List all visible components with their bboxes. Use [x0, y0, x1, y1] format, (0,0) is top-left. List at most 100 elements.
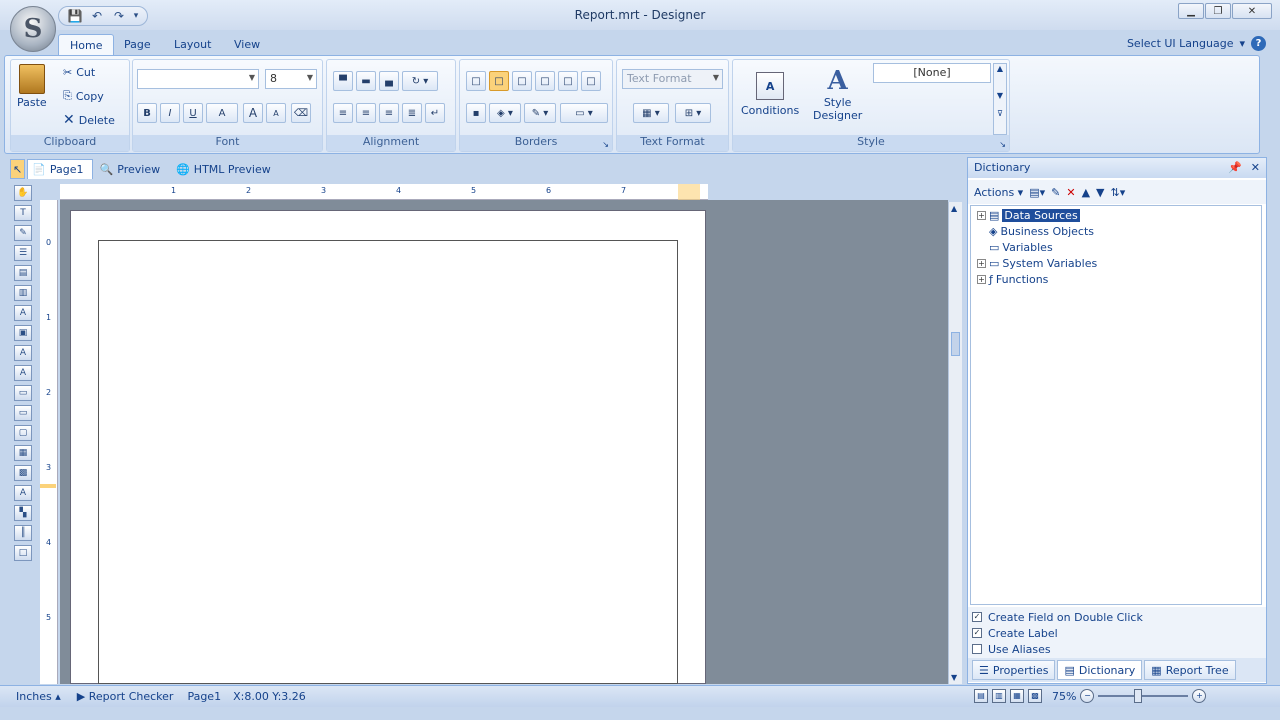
fill-color-icon[interactable]: ◈ ▾	[489, 103, 521, 123]
scroll-up-icon[interactable]: ▲	[951, 204, 957, 213]
rotate-text-icon[interactable]: ↻ ▾	[402, 71, 438, 91]
style-gallery-scroll[interactable]: ▲ ▼ ⊽	[993, 63, 1007, 135]
table-icon[interactable]: ▦	[14, 445, 32, 461]
paste-button[interactable]: Paste	[17, 64, 47, 109]
align-right-icon[interactable]: ≡	[379, 103, 399, 123]
minimize-icon[interactable]: ▁	[1178, 3, 1204, 19]
tab-view[interactable]: View	[223, 34, 271, 56]
font-name-combo[interactable]: ▼	[137, 69, 259, 89]
align-middle-icon[interactable]: ▬	[356, 71, 376, 91]
pin-icon[interactable]: 📌	[1228, 161, 1242, 174]
text-in-cells-icon[interactable]: A	[14, 485, 32, 501]
checkbox-icon[interactable]	[972, 644, 982, 654]
close-icon[interactable]: ✕	[1251, 161, 1260, 174]
dialog-launcher-icon[interactable]: ↘	[999, 140, 1006, 149]
shrink-font-button[interactable]: A	[266, 103, 286, 123]
view-multi-icon[interactable]: ▩	[1028, 689, 1042, 703]
create-field-on-double-click-option[interactable]: ✓ Create Field on Double Click	[972, 609, 1262, 625]
tree-item-business-objects[interactable]: ◈ Business Objects	[989, 224, 1094, 239]
clone-icon[interactable]: ▢	[14, 425, 32, 441]
create-label-option[interactable]: ✓ Create Label	[972, 625, 1262, 641]
zoom-slider[interactable]	[1098, 689, 1189, 703]
cut-button[interactable]: ✂ Cut	[63, 66, 95, 79]
italic-button[interactable]: I	[160, 103, 180, 123]
dialog-launcher-icon[interactable]: ↘	[602, 140, 609, 149]
report-checker-button[interactable]: ▶ Report Checker	[77, 690, 174, 703]
conditions-button[interactable]: A Conditions	[741, 72, 799, 117]
underline-button[interactable]: U	[183, 103, 203, 123]
tab-report-tree[interactable]: ▦ Report Tree	[1144, 660, 1236, 680]
tree-item-system-variables[interactable]: + ▭ System Variables	[977, 256, 1097, 271]
border-color-icon[interactable]: ✎ ▾	[524, 103, 556, 123]
align-left-icon[interactable]: ≡	[333, 103, 353, 123]
copy-button[interactable]: ⎘ Copy	[63, 89, 104, 103]
word-wrap-icon[interactable]: ↵	[425, 103, 445, 123]
style-designer-button[interactable]: A Style Designer	[813, 66, 862, 122]
view-normal-icon[interactable]: ▤	[974, 689, 988, 703]
tab-layout[interactable]: Layout	[163, 34, 222, 56]
close-icon[interactable]: ✕	[1232, 3, 1272, 19]
hand-tool-icon[interactable]: ✋	[14, 185, 32, 201]
ui-language-selector[interactable]: Select UI Language ▾ ?	[1127, 36, 1266, 51]
crosstab-icon[interactable]: ▩	[14, 465, 32, 481]
left-border-icon[interactable]: □	[535, 71, 555, 91]
image-component-icon[interactable]: ▣	[14, 325, 32, 341]
label-component-icon[interactable]: A	[14, 365, 32, 381]
panel-icon[interactable]: ▭	[14, 385, 32, 401]
tab-html-preview[interactable]: 🌐 HTML Preview	[171, 159, 280, 179]
text-component-icon[interactable]: A	[14, 305, 32, 321]
move-down-icon[interactable]: ▼	[1096, 186, 1104, 199]
delete-icon[interactable]: ✕	[1066, 186, 1075, 199]
grow-font-button[interactable]: A	[243, 103, 263, 123]
zoom-out-icon[interactable]: −	[1080, 689, 1095, 703]
zoom-slider-thumb[interactable]	[1134, 689, 1143, 703]
expand-icon[interactable]: +	[977, 259, 986, 268]
format-icon[interactable]: ▦ ▾	[633, 103, 669, 123]
no-border-icon[interactable]: □	[489, 71, 509, 91]
tree-item-data-sources[interactable]: + ▤ Data Sources	[977, 208, 1080, 223]
tree-item-variables[interactable]: ▭ Variables	[989, 240, 1053, 255]
barcode-icon[interactable]: ║	[14, 525, 32, 541]
tab-home[interactable]: Home	[58, 34, 115, 56]
subreport-icon[interactable]: ▭	[14, 405, 32, 421]
style-brush-icon[interactable]: ✎	[14, 225, 32, 241]
function-icon[interactable]: ⊞ ▾	[675, 103, 711, 123]
bold-button[interactable]: B	[137, 103, 157, 123]
checkbox-checked-icon[interactable]: ✓	[972, 612, 982, 622]
tab-page[interactable]: Page	[113, 34, 162, 56]
align-top-icon[interactable]: ▀	[333, 71, 353, 91]
view-page-icon[interactable]: ▥	[992, 689, 1006, 703]
actions-menu[interactable]: Actions ▾	[974, 186, 1023, 199]
scroll-down-icon[interactable]: ▼	[951, 673, 957, 682]
scroll-thumb[interactable]	[951, 332, 960, 356]
right-border-icon[interactable]: □	[581, 71, 601, 91]
zoom-in-icon[interactable]: +	[1192, 689, 1207, 703]
align-center-icon[interactable]: ≡	[356, 103, 376, 123]
clear-format-icon[interactable]: ⌫	[291, 103, 311, 123]
edit-icon[interactable]: ✎	[1051, 186, 1060, 199]
rich-text-icon[interactable]: A	[14, 345, 32, 361]
new-item-icon[interactable]: ▤▾	[1029, 186, 1045, 199]
all-borders-icon[interactable]: □	[466, 71, 486, 91]
select-tool-icon[interactable]: ↖	[10, 159, 26, 179]
align-bottom-icon[interactable]: ▄	[379, 71, 399, 91]
units-selector[interactable]: Inches ▴	[16, 690, 61, 703]
bottom-border-icon[interactable]: □	[558, 71, 578, 91]
tree-item-functions[interactable]: + ƒ Functions	[977, 272, 1048, 287]
top-border-icon[interactable]: □	[512, 71, 532, 91]
bands-icon[interactable]: ☰	[14, 245, 32, 261]
text-format-combo[interactable]: Text Format ▼	[622, 69, 723, 89]
help-icon[interactable]: ?	[1251, 36, 1266, 51]
components-icon[interactable]: ▥	[14, 285, 32, 301]
font-size-combo[interactable]: 8 ▼	[265, 69, 317, 89]
align-justify-icon[interactable]: ≣	[402, 103, 422, 123]
tab-preview[interactable]: 🔍 Preview	[95, 159, 170, 179]
maximize-icon[interactable]: ❐	[1205, 3, 1231, 19]
sort-icon[interactable]: ⇅▾	[1111, 186, 1126, 199]
cross-bands-icon[interactable]: ▤	[14, 265, 32, 281]
shadow-icon[interactable]: ▪	[466, 103, 486, 123]
text-tool-icon[interactable]: T	[14, 205, 32, 221]
tab-dictionary[interactable]: ▤ Dictionary	[1057, 660, 1143, 680]
application-menu-button[interactable]: S	[10, 6, 56, 52]
delete-button[interactable]: ✕ Delete	[63, 112, 115, 128]
